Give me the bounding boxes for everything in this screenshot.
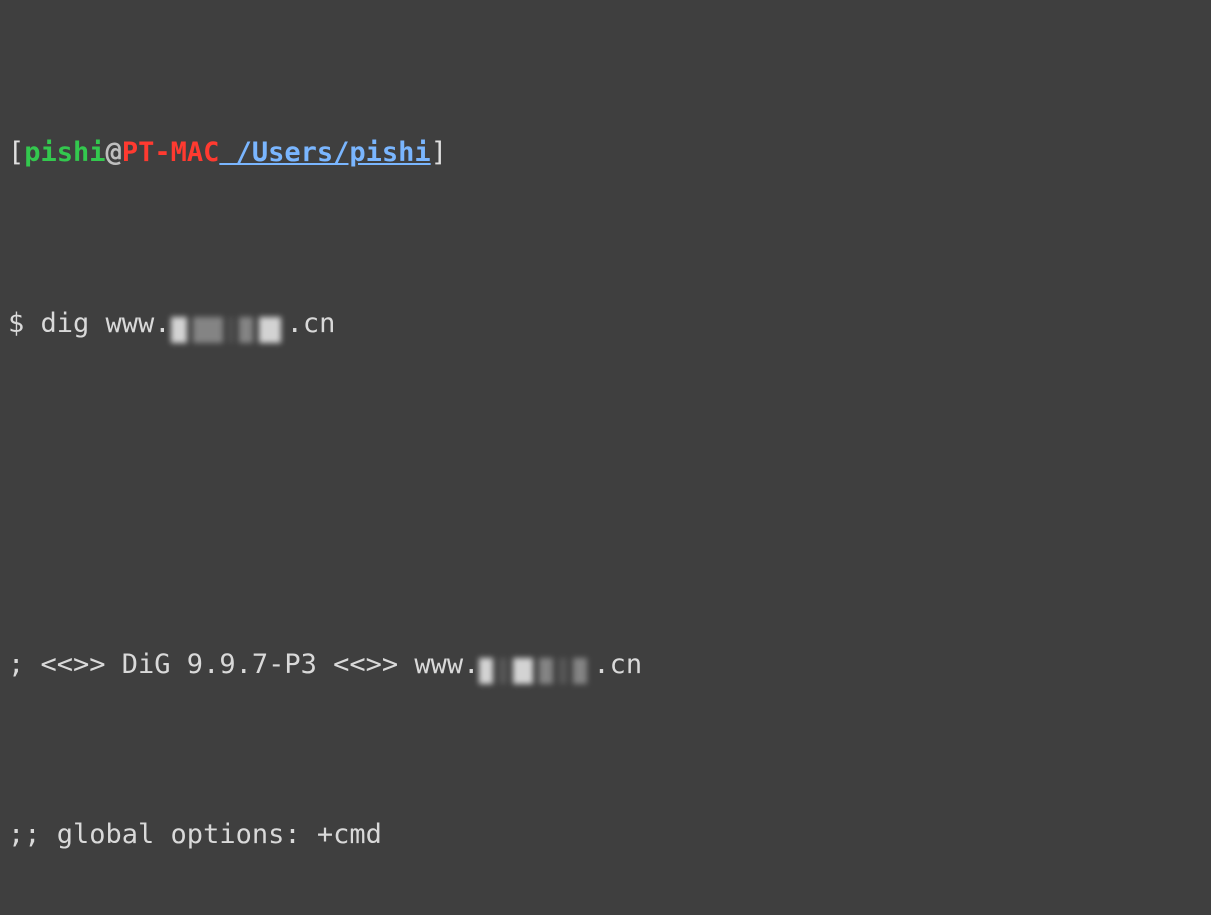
blank-line (8, 473, 1203, 516)
redacted-domain (171, 308, 287, 334)
redacted-domain (479, 649, 593, 675)
command-line: $ dig www. .cn (8, 303, 1203, 346)
prompt-cwd: /Users/pishi (219, 137, 430, 168)
bracket-close: ] (431, 137, 447, 168)
bracket-open: [ (8, 137, 24, 168)
shell-prompt: [pishi@PT-MAC /Users/pishi] (8, 132, 1203, 175)
command-prefix: dig www. (41, 308, 171, 339)
global-options: ;; global options: +cmd (8, 814, 1203, 857)
prompt-user: pishi (24, 137, 105, 168)
prompt-host: PT-MAC (122, 137, 220, 168)
prompt-sigil: $ (8, 308, 41, 339)
banner-prefix: ; <<>> DiG 9.9.7-P3 <<>> www. (8, 649, 479, 680)
dig-banner: ; <<>> DiG 9.9.7-P3 <<>> www. .cn (8, 644, 1203, 687)
banner-suffix: .cn (593, 649, 642, 680)
command-suffix: .cn (287, 308, 336, 339)
terminal-output: [pishi@PT-MAC /Users/pishi] $ dig www. .c… (0, 0, 1211, 915)
prompt-at: @ (106, 137, 122, 168)
